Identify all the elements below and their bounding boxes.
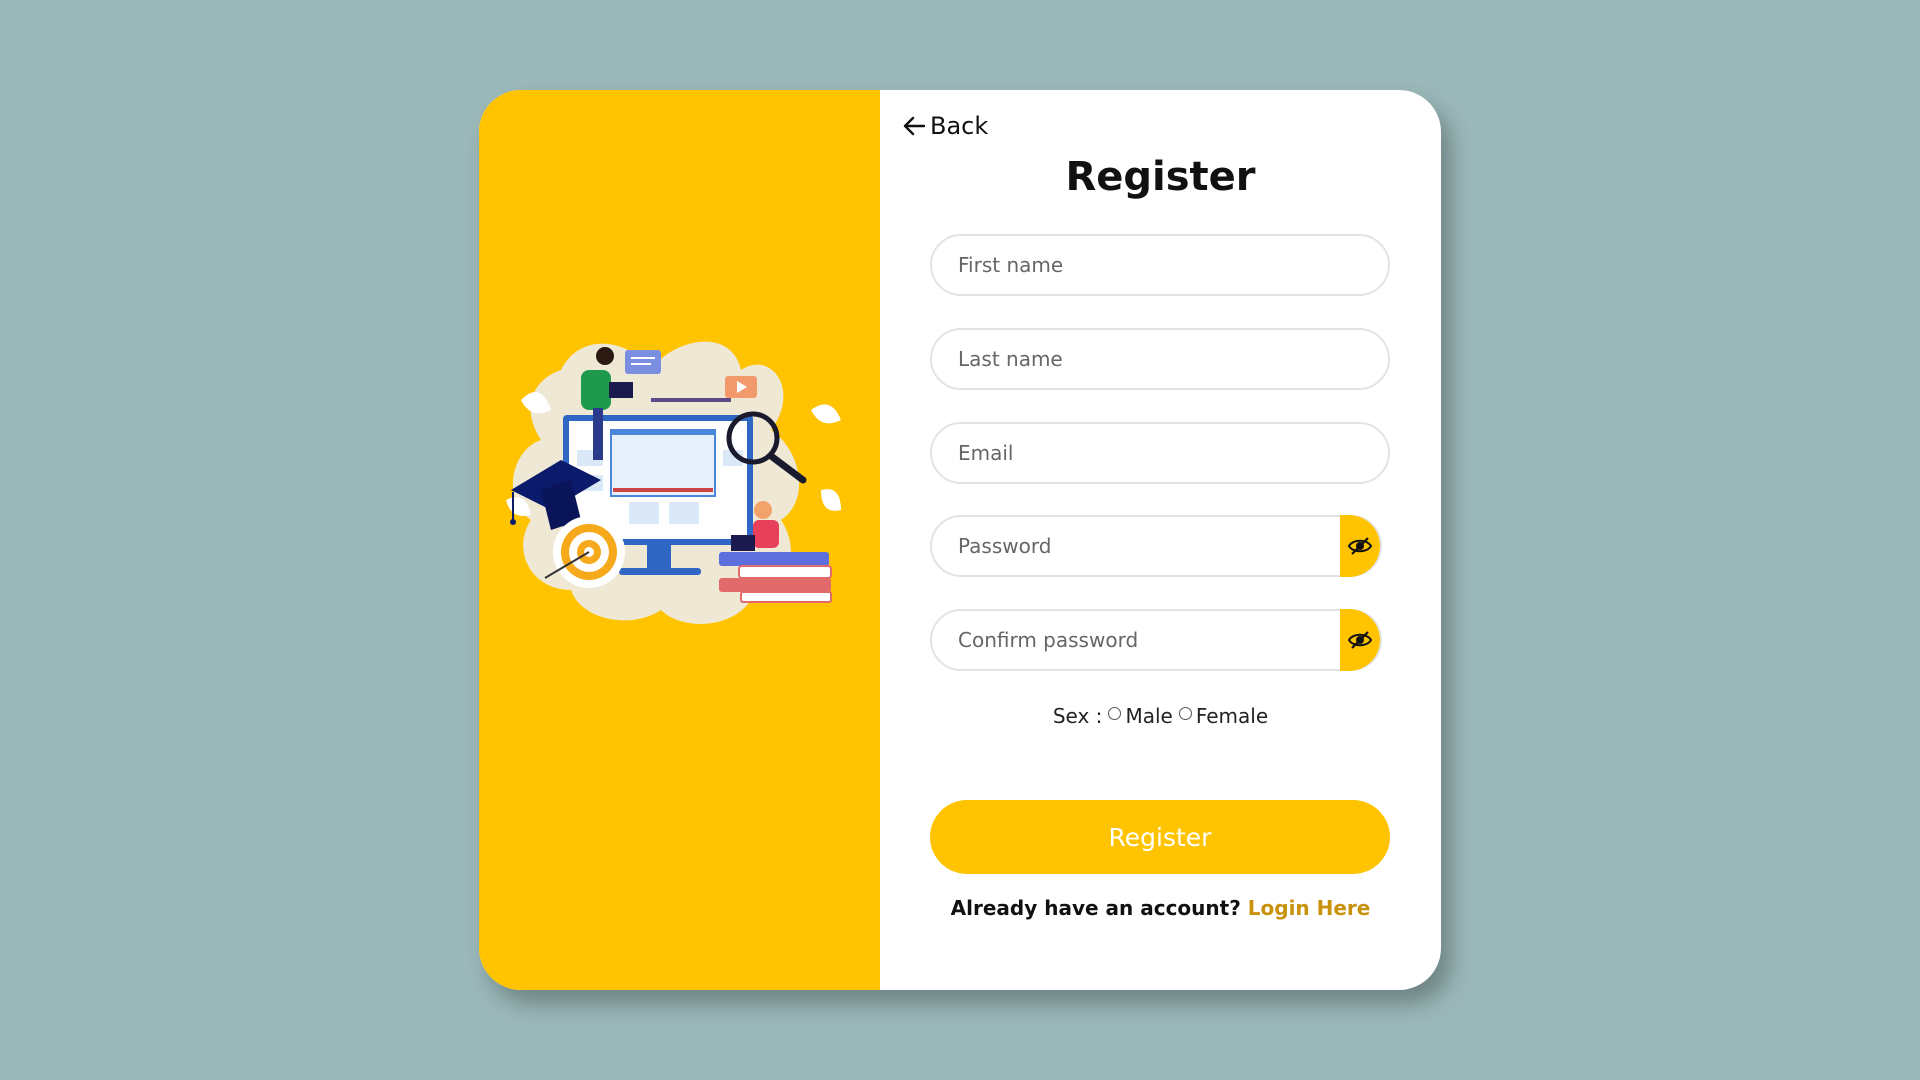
female-label: Female — [1195, 704, 1269, 728]
login-link[interactable]: Login Here — [1248, 896, 1371, 920]
illustration-panel — [479, 90, 880, 990]
e-learning-illustration — [506, 341, 841, 624]
male-label: Male — [1125, 704, 1173, 728]
back-label: Back — [930, 112, 989, 140]
first-name-input[interactable] — [932, 236, 1388, 294]
register-card: Back Register First name Last name Email… — [479, 90, 1441, 990]
register-button[interactable]: Register — [930, 800, 1390, 874]
login-prompt: Already have an account? Login Here — [880, 896, 1441, 920]
confirm-password-field — [930, 609, 1382, 671]
first-name-field — [930, 234, 1390, 296]
eye-slash-icon — [1347, 631, 1373, 649]
last-name-field — [930, 328, 1390, 390]
password-field — [930, 515, 1382, 577]
register-form-panel: Back Register First name Last name Email… — [880, 90, 1441, 990]
eye-slash-icon — [1347, 537, 1373, 555]
arrow-left-icon — [903, 116, 926, 136]
sex-selector: Sex : Male Female — [880, 704, 1441, 728]
last-name-input[interactable] — [932, 330, 1388, 388]
password-input[interactable] — [932, 517, 1380, 575]
sex-label: Sex : — [1052, 704, 1103, 728]
email-input[interactable] — [932, 424, 1388, 482]
login-prompt-text: Already have an account? — [950, 896, 1241, 920]
page-title: Register — [1065, 154, 1256, 200]
back-link[interactable]: Back — [902, 112, 988, 140]
email-field — [930, 422, 1390, 484]
confirm-password-input[interactable] — [932, 611, 1380, 669]
male-radio[interactable] — [1108, 706, 1122, 720]
female-radio[interactable] — [1178, 706, 1192, 720]
